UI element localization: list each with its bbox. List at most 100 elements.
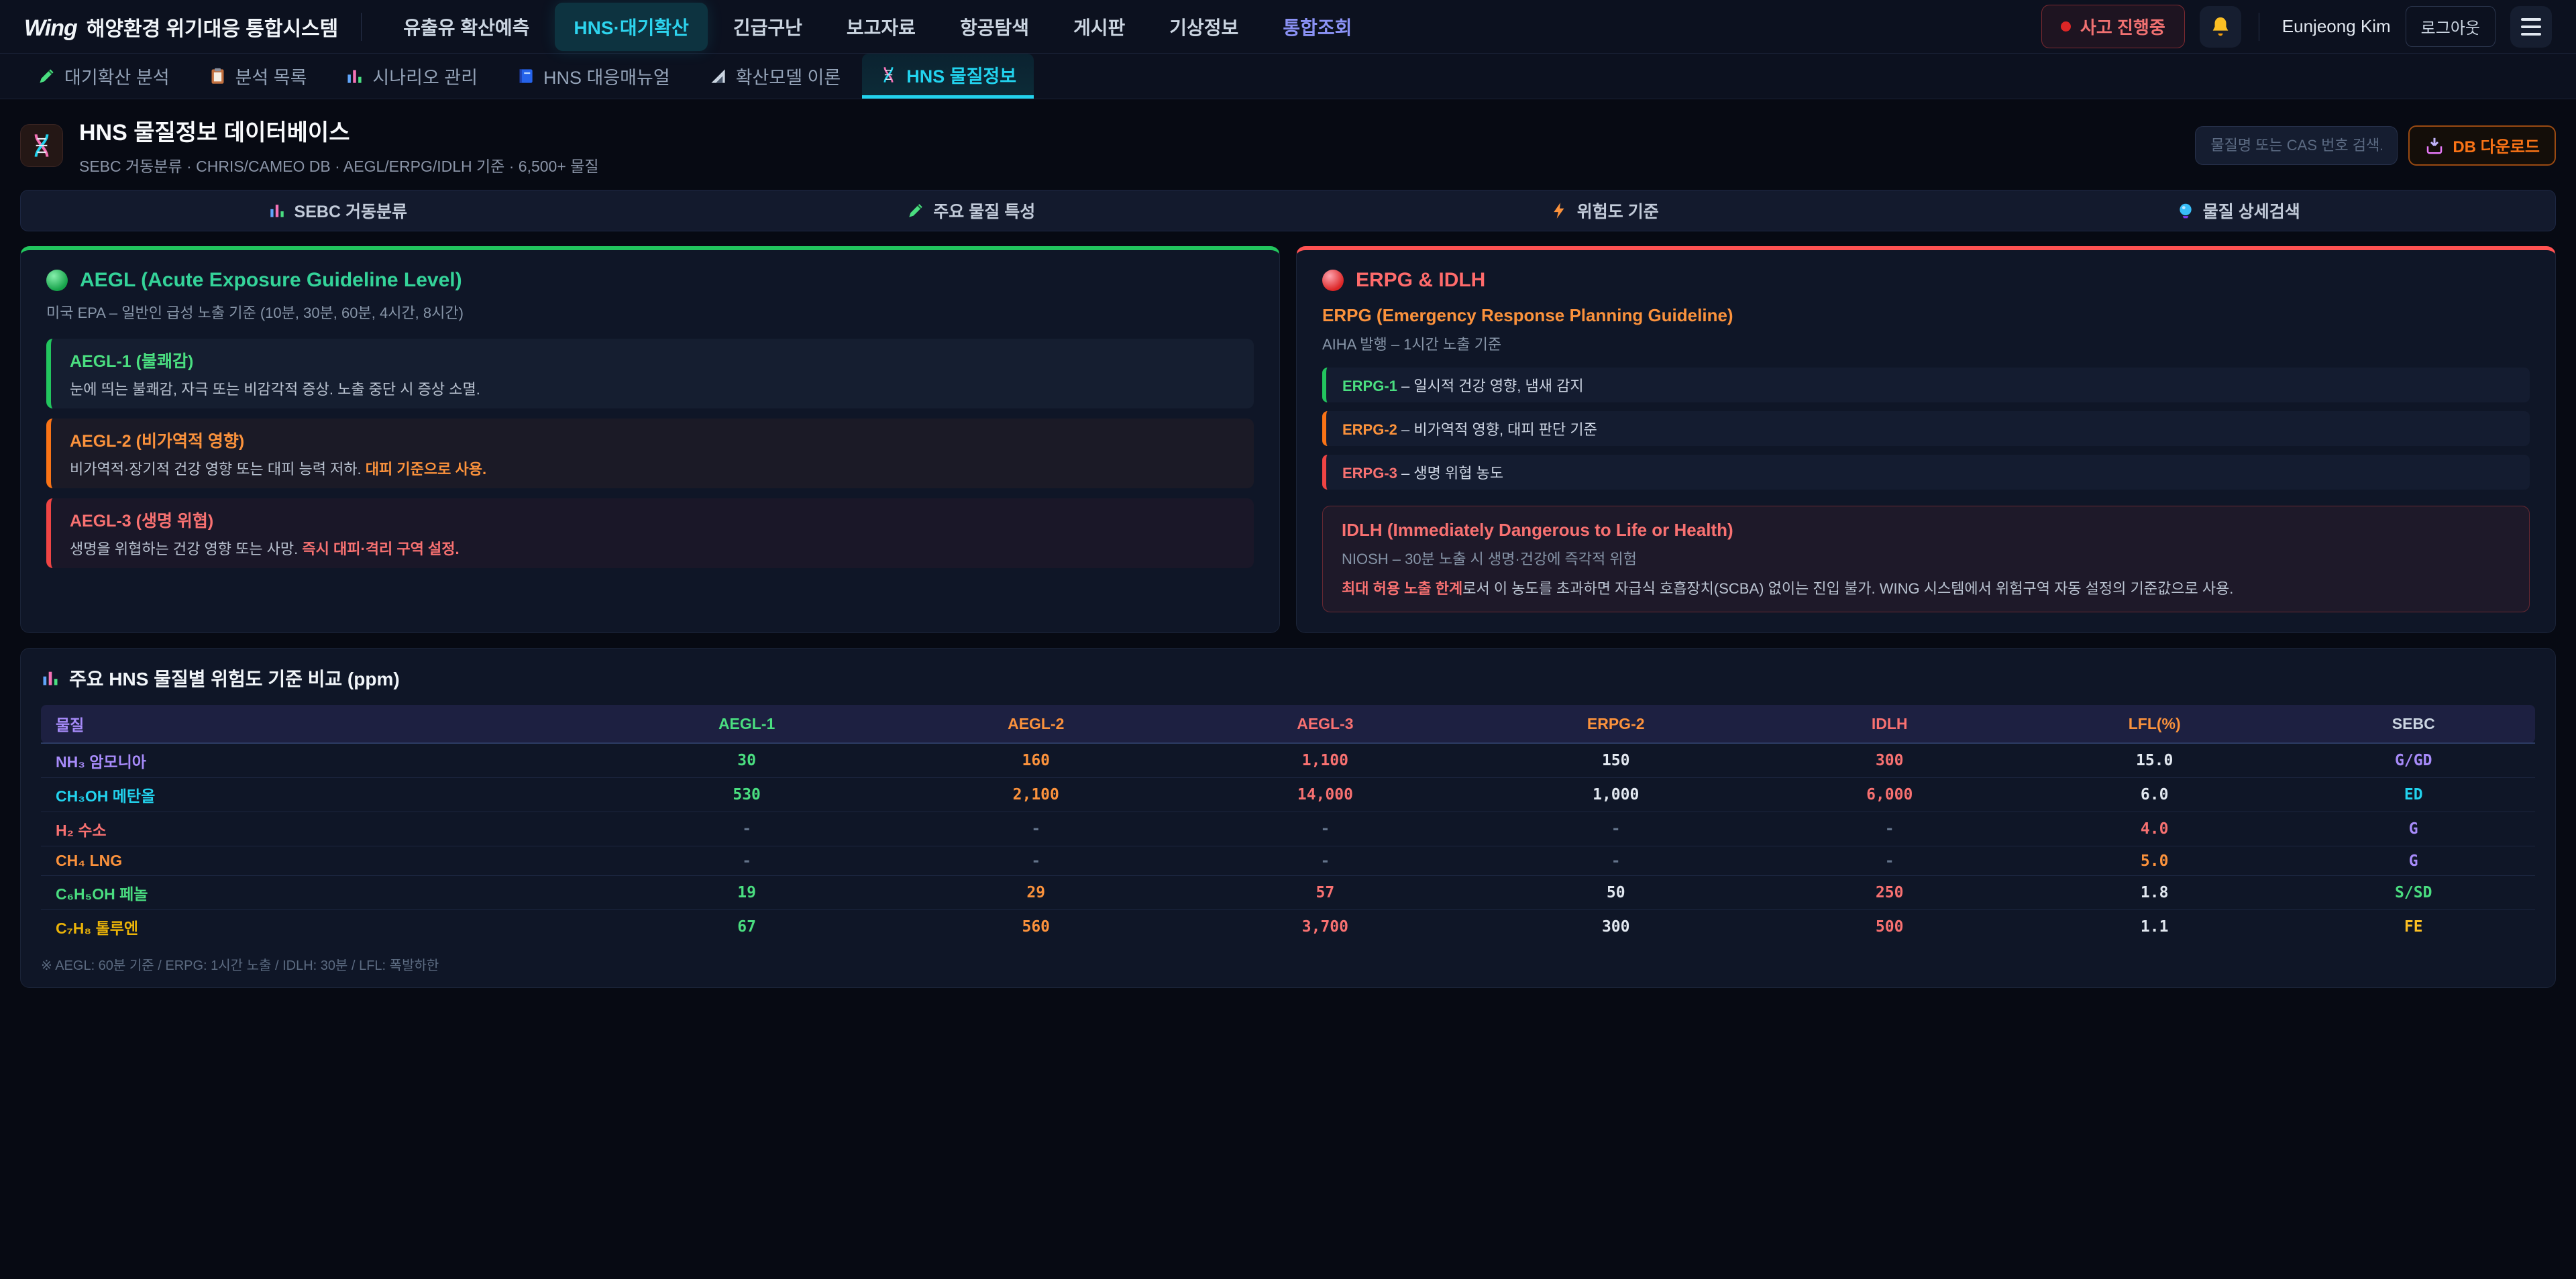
nav-item-oil-spill[interactable]: 유출유 확산예측	[384, 3, 548, 51]
value-cell: -	[1470, 846, 1762, 876]
substance-search-input[interactable]	[2195, 126, 2398, 165]
bell-icon	[2209, 15, 2232, 38]
dna-icon-badge	[20, 124, 63, 167]
nav-item-aerial-search[interactable]: 항공탐색	[941, 3, 1048, 51]
db-download-button[interactable]: DB 다운로드	[2408, 125, 2556, 166]
aegl-2-card: AEGL-2 (비가역적 영향) 비가역적·장기적 건강 영향 또는 대피 능력…	[46, 419, 1254, 488]
nav-item-hns-dispersion[interactable]: HNS·대기확산	[555, 3, 707, 51]
value-cell: -	[602, 846, 892, 876]
value-cell: 1,000	[1470, 778, 1762, 812]
segment-substance-detail-search[interactable]: 물질 상세검색	[1922, 190, 2556, 231]
section-segment-bar: SEBC 거동분류 주요 물질 특성 위험도 기준 물질 상세검색	[20, 190, 2556, 231]
value-cell: 29	[892, 876, 1181, 910]
column-aegl3: AEGL-3	[1181, 705, 1470, 743]
incident-status-badge[interactable]: 사고 진행중	[2041, 5, 2185, 48]
value-cell: 50	[1470, 876, 1762, 910]
aegl-1-description: 눈에 띄는 불쾌감, 자극 또는 비감각적 증상. 노출 중단 시 증상 소멸.	[70, 378, 1235, 399]
aegl-1-title: AEGL-1 (불쾌감)	[70, 348, 1235, 372]
logo-mark: Wing	[24, 15, 77, 42]
pen-icon	[38, 67, 56, 85]
substance-name: C₆H₅OH 페놀	[41, 876, 602, 910]
sub-tab-bar: 대기확산 분석 분석 목록 시나리오 관리 HNS 대응매뉴얼 확산모델 이론 …	[0, 54, 2576, 99]
crystal-ball-icon	[2177, 202, 2194, 219]
segment-label: 위험도 기준	[1577, 199, 1659, 223]
erpg-section-title: ERPG (Emergency Response Planning Guidel…	[1322, 305, 2530, 326]
value-cell: -	[1470, 812, 1762, 846]
tab-hns-substance-info[interactable]: HNS 물질정보	[862, 54, 1034, 99]
tab-label: 대기확산 분석	[64, 63, 170, 89]
erpg-panel-title: ERPG & IDLH	[1322, 269, 2530, 292]
aegl-2-description: 비가역적·장기적 건강 영향 또는 대피 능력 저하. 대피 기준으로 사용.	[70, 457, 1235, 479]
substance-name: NH₃ 암모니아	[41, 743, 602, 778]
tab-label: HNS 물질정보	[906, 62, 1016, 88]
substance-name: CH₃OH 메탄올	[41, 778, 602, 812]
logout-button[interactable]: 로그아웃	[2406, 6, 2496, 47]
tab-label: HNS 대응매뉴얼	[543, 63, 670, 89]
bar-chart-icon	[41, 669, 60, 687]
value-cell: 15.0	[2017, 743, 2292, 778]
column-aegl1: AEGL-1	[602, 705, 892, 743]
red-circle-icon	[1322, 270, 1344, 291]
erpg-3-row: ERPG-3 – 생명 위협 농도	[1322, 455, 2530, 490]
value-cell: -	[1181, 846, 1470, 876]
segment-sebc-classification[interactable]: SEBC 거동분류	[21, 190, 655, 231]
segment-risk-criteria[interactable]: 위험도 기준	[1288, 190, 1922, 231]
value-cell: 500	[1762, 910, 2017, 944]
aegl-1-card: AEGL-1 (불쾌감) 눈에 띄는 불쾌감, 자극 또는 비감각적 증상. 노…	[46, 339, 1254, 408]
erpg-1-row: ERPG-1 – 일시적 건강 영향, 냄새 감지	[1322, 368, 2530, 402]
dna-icon	[28, 132, 55, 159]
nav-item-reports[interactable]: 보고자료	[828, 3, 934, 51]
value-cell: -	[1181, 812, 1470, 846]
value-cell: 19	[602, 876, 892, 910]
divider	[361, 13, 362, 41]
table-row: CH₃OH 메탄올5302,10014,0001,0006,0006.0ED	[41, 778, 2535, 812]
tab-analysis-list[interactable]: 분석 목록	[191, 54, 325, 99]
value-cell: 6,000	[1762, 778, 2017, 812]
aegl-panel-subtitle: 미국 EPA – 일반인 급성 노출 기준 (10분, 30분, 60분, 4시…	[46, 301, 1254, 323]
nav-item-weather[interactable]: 기상정보	[1150, 3, 1257, 51]
tab-air-dispersion-analysis[interactable]: 대기확산 분석	[20, 54, 187, 99]
nav-item-board[interactable]: 게시판	[1055, 3, 1144, 51]
value-cell: 1,100	[1181, 743, 1470, 778]
segment-label: 주요 물질 특성	[933, 199, 1035, 223]
value-cell: 4.0	[2017, 812, 2292, 846]
value-cell: 1.8	[2017, 876, 2292, 910]
value-cell: 5.0	[2017, 846, 2292, 876]
book-icon	[517, 67, 535, 85]
value-cell: 300	[1762, 743, 2017, 778]
value-cell: -	[602, 812, 892, 846]
erpg-3-text: – 생명 위협 농도	[1401, 465, 1503, 482]
erpg-1-text: – 일시적 건강 영향, 냄새 감지	[1401, 378, 1584, 394]
value-cell: 6.0	[2017, 778, 2292, 812]
value-cell: -	[892, 846, 1181, 876]
column-lfl: LFL(%)	[2017, 705, 2292, 743]
app-logo: Wing 해양환경 위기대응 통합시스템	[24, 12, 338, 42]
nav-item-integrated-search[interactable]: 통합조회	[1264, 3, 1371, 51]
table-row: CH₄ LNG-----5.0G	[41, 846, 2535, 876]
menu-button[interactable]	[2510, 6, 2552, 48]
lightning-icon	[1551, 202, 1568, 219]
value-cell: 530	[602, 778, 892, 812]
db-download-label: DB 다운로드	[2453, 133, 2540, 157]
triangle-ruler-icon	[709, 67, 727, 85]
value-cell: G/GD	[2292, 743, 2535, 778]
erpg-1-label: ERPG-1	[1342, 378, 1397, 394]
incident-badge-label: 사고 진행중	[2080, 14, 2165, 39]
notifications-button[interactable]	[2200, 6, 2241, 48]
idlh-description: 최대 허용 노출 한계로서 이 농도를 초과하면 자급식 호흡장치(SCBA) …	[1342, 577, 2510, 598]
table-row: C₇H₈ 톨루엔675603,7003005001.1FE	[41, 910, 2535, 944]
value-cell: ED	[2292, 778, 2535, 812]
idlh-card: IDLH (Immediately Dangerous to Life or H…	[1322, 506, 2530, 612]
aegl-3-card: AEGL-3 (생명 위협) 생명을 위협하는 건강 영향 또는 사망. 즉시 …	[46, 498, 1254, 568]
tab-dispersion-model-theory[interactable]: 확산모델 이론	[692, 54, 859, 99]
column-sebc: SEBC	[2292, 705, 2535, 743]
clipboard-icon	[209, 67, 227, 85]
tab-hns-response-manual[interactable]: HNS 대응매뉴얼	[499, 54, 688, 99]
nav-item-rescue[interactable]: 긴급구난	[714, 3, 821, 51]
table-title: 주요 HNS 물질별 위험도 기준 비교 (ppm)	[41, 665, 2535, 691]
value-cell: 160	[892, 743, 1181, 778]
tab-scenario-management[interactable]: 시나리오 관리	[328, 54, 495, 99]
segment-substance-properties[interactable]: 주요 물질 특성	[655, 190, 1289, 231]
tab-label: 확산모델 이론	[736, 63, 841, 89]
aegl-panel-title: AEGL (Acute Exposure Guideline Level)	[46, 269, 1254, 292]
